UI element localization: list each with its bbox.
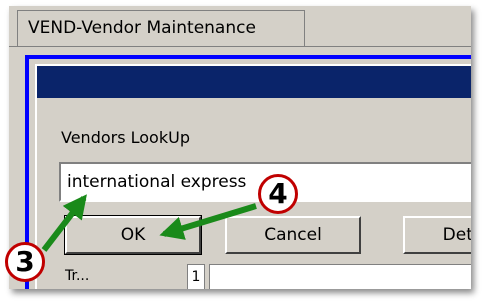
arrow-4-to-ok bbox=[159, 203, 257, 240]
step-4-callout: 4 bbox=[258, 174, 298, 214]
screenshot-frame: VEND-Vendor Maintenance Vendors LookUp i… bbox=[0, 0, 484, 301]
annotation-arrows bbox=[41, 194, 257, 252]
arrow-3-to-input bbox=[41, 194, 87, 252]
step-3-callout: 3 bbox=[5, 242, 45, 282]
